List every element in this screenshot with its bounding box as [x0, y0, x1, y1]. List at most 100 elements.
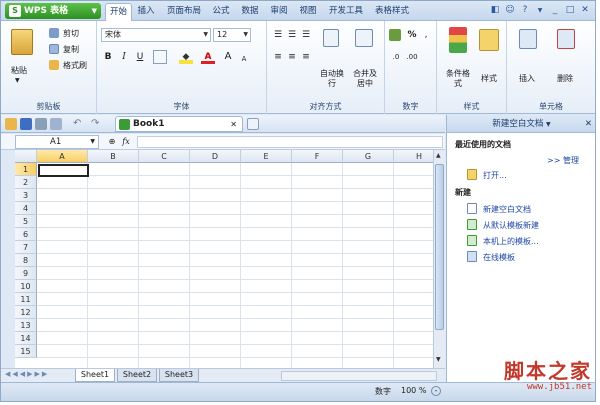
print-icon[interactable] [35, 118, 47, 130]
row-header-8[interactable]: 8 [15, 254, 37, 267]
tab-insert[interactable]: 插入 [134, 3, 158, 21]
row-header-15[interactable]: 15 [15, 345, 37, 358]
formula-input[interactable] [137, 136, 443, 148]
row-header-12[interactable]: 12 [15, 306, 37, 319]
insert-cells-icon[interactable] [519, 29, 537, 49]
manage-link[interactable]: >> 管理 [547, 155, 579, 166]
row-header-1[interactable]: 1 [15, 163, 37, 176]
function-icon[interactable]: fx [119, 135, 133, 149]
tab-table-style[interactable]: 表格样式 [371, 3, 413, 21]
sheet-nav-icons[interactable]: ◀◀◀▶▶▶ [5, 370, 49, 378]
chevron-down-icon[interactable]: ▼ [546, 121, 551, 128]
vertical-scroll-thumb[interactable] [435, 164, 444, 330]
column-header-f[interactable]: F [292, 150, 343, 163]
column-header-b[interactable]: B [88, 150, 139, 163]
zoom-icon[interactable]: ⊕ [105, 135, 119, 149]
italic-button[interactable]: I [117, 50, 131, 64]
paste-label[interactable]: 粘贴 [11, 65, 27, 76]
merge-center-icon[interactable] [355, 29, 373, 47]
decrease-decimal-icon[interactable]: .00 [405, 50, 419, 64]
tab-page-layout[interactable]: 页面布局 [163, 3, 205, 21]
spreadsheet-grid[interactable]: A B C D E F G H 1 2 3 4 5 6 7 8 9 10 11 12 13 14 15 [15, 150, 433, 368]
tab-home[interactable]: 开始 [105, 3, 132, 22]
open-icon[interactable] [5, 118, 17, 130]
currency-icon[interactable] [389, 29, 401, 41]
row-header-13[interactable]: 13 [15, 319, 37, 332]
sheet-tab-3[interactable]: Sheet3 [159, 369, 199, 382]
conditional-format-icon[interactable] [449, 27, 467, 53]
new-blank-link[interactable]: 新建空白文档 [483, 204, 531, 215]
tab-review[interactable]: 审阅 [267, 3, 291, 21]
align-right-icon[interactable]: ≡ [299, 50, 313, 64]
shrink-font-button[interactable]: A [237, 52, 251, 66]
column-header-c[interactable]: C [139, 150, 190, 163]
column-header-e[interactable]: E [241, 150, 292, 163]
delete-cells-button[interactable]: 删除 [557, 73, 573, 84]
scroll-down-icon[interactable]: ▼ [436, 356, 441, 363]
underline-button[interactable]: U [133, 50, 147, 64]
undo-icon[interactable]: ↶ [73, 118, 85, 130]
align-left-icon[interactable]: ≡ [271, 50, 285, 64]
local-template-link[interactable]: 本机上的模板... [483, 236, 539, 247]
vertical-scrollbar[interactable]: ▲ ▼ [433, 150, 445, 368]
font-size-select[interactable]: 12 ▼ [213, 28, 251, 42]
fill-color-icon[interactable]: ◆ [179, 50, 193, 64]
row-header-2[interactable]: 2 [15, 176, 37, 189]
borders-icon[interactable] [153, 50, 167, 64]
restore-icon[interactable]: □ [564, 4, 576, 16]
skin-icon[interactable]: ◧ [489, 4, 501, 16]
align-middle-icon[interactable]: ☰ [285, 28, 299, 42]
column-header-d[interactable]: D [190, 150, 241, 163]
tab-formulas[interactable]: 公式 [209, 3, 233, 21]
conditional-format-button[interactable]: 条件格式 [445, 69, 471, 89]
column-header-h[interactable]: H [394, 150, 433, 163]
insert-cells-button[interactable]: 插入 [519, 73, 535, 84]
row-header-3[interactable]: 3 [15, 189, 37, 202]
column-header-a[interactable]: A [37, 150, 88, 163]
grow-font-button[interactable]: A [221, 50, 235, 64]
name-box[interactable]: A1 ▼ [15, 135, 99, 149]
format-painter-button[interactable]: 格式刷 [63, 60, 87, 71]
minimize-icon[interactable]: _ [549, 4, 561, 16]
select-all-corner[interactable] [15, 150, 37, 163]
wrap-text-button[interactable]: 自动换行 [319, 69, 345, 89]
row-header-9[interactable]: 9 [15, 267, 37, 280]
new-tab-icon[interactable] [247, 118, 259, 130]
align-center-icon[interactable]: ≡ [285, 50, 299, 64]
column-header-g[interactable]: G [343, 150, 394, 163]
row-header-10[interactable]: 10 [15, 280, 37, 293]
row-header-7[interactable]: 7 [15, 241, 37, 254]
redo-icon[interactable]: ↷ [91, 118, 103, 130]
sheet-tab-1[interactable]: Sheet1 [75, 369, 115, 382]
tab-data[interactable]: 数据 [238, 3, 262, 21]
user-icon[interactable]: ☺ [504, 4, 516, 16]
workbook-tab[interactable]: Book1 ✕ [115, 116, 243, 132]
wrap-text-icon[interactable] [323, 29, 339, 47]
cut-icon[interactable] [49, 28, 59, 38]
font-color-button[interactable]: A [201, 50, 215, 64]
align-bottom-icon[interactable]: ☰ [299, 28, 313, 42]
row-header-14[interactable]: 14 [15, 332, 37, 345]
comma-style-icon[interactable]: , [419, 28, 433, 42]
tab-developer[interactable]: 开发工具 [326, 3, 366, 21]
percent-button[interactable]: % [405, 28, 419, 42]
sheet-tab-2[interactable]: Sheet2 [117, 369, 157, 382]
open-link[interactable]: 打开... [483, 170, 507, 181]
default-template-link[interactable]: 从默认模板新建 [483, 220, 539, 231]
copy-button[interactable]: 复制 [63, 44, 79, 55]
cell-style-button[interactable]: 样式 [481, 73, 497, 84]
chevron-down-icon[interactable]: ▼ [15, 77, 20, 84]
copy-icon[interactable] [49, 44, 59, 54]
paste-icon[interactable] [11, 29, 33, 55]
app-menu-button[interactable]: S WPS 表格 ▼ [5, 3, 101, 19]
close-icon[interactable]: ✕ [230, 117, 237, 132]
zoom-out-icon[interactable]: - [431, 386, 441, 396]
row-header-11[interactable]: 11 [15, 293, 37, 306]
help-icon[interactable]: ? [519, 4, 531, 16]
merge-center-button[interactable]: 合并及居中 [351, 69, 379, 89]
active-cell-a1[interactable] [38, 164, 89, 177]
delete-cells-icon[interactable] [557, 29, 575, 49]
bold-button[interactable]: B [101, 50, 115, 64]
horizontal-scrollbar[interactable] [281, 371, 437, 381]
chevron-down-icon[interactable]: ▼ [534, 5, 546, 17]
